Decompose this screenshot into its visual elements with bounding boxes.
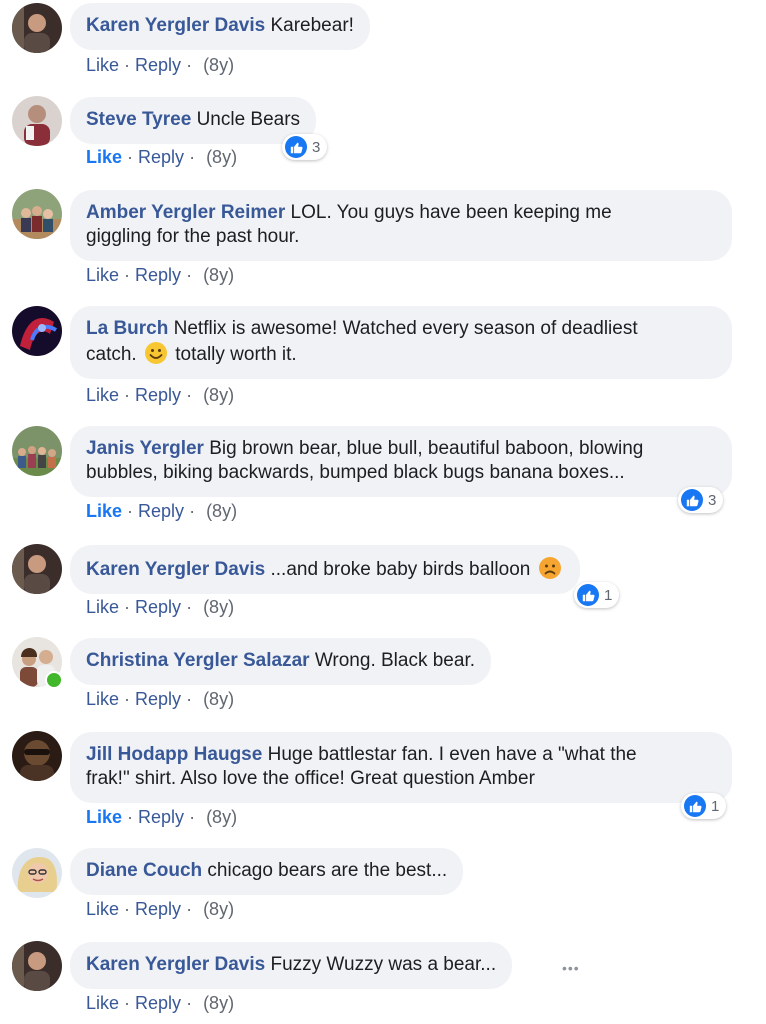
comment-bubble: Karen Yergler Davis Fuzzy Wuzzy was a be… bbox=[70, 942, 513, 989]
comment-text: catch. bbox=[86, 344, 137, 365]
reaction-count[interactable]: 3 bbox=[282, 134, 328, 160]
reply-link[interactable]: Reply bbox=[135, 55, 181, 75]
timestamp[interactable]: (8y) bbox=[203, 265, 234, 285]
comment-text: frak!" shirt. Also love the office! Grea… bbox=[86, 768, 535, 789]
comment-bubble: Janis Yergler Big brown bear, blue bull,… bbox=[70, 426, 732, 497]
reply-link[interactable]: Reply bbox=[138, 807, 184, 827]
online-status-indicator bbox=[45, 671, 63, 689]
comment-bubble: Karen Yergler Davis Karebear! bbox=[70, 3, 370, 50]
comment-text: totally worth it. bbox=[175, 344, 297, 365]
comment-text: giggling for the past hour. bbox=[86, 226, 300, 247]
avatar[interactable] bbox=[12, 306, 62, 356]
reply-link[interactable]: Reply bbox=[135, 689, 181, 709]
avatar[interactable] bbox=[12, 941, 62, 991]
timestamp[interactable]: (8y) bbox=[206, 807, 237, 827]
comment-actions: Like · Reply · (8y) bbox=[86, 993, 235, 1013]
comment-text: Uncle Bears bbox=[196, 109, 301, 130]
timestamp[interactable]: (8y) bbox=[203, 55, 234, 75]
sad-emoji-icon bbox=[538, 556, 562, 580]
author-name[interactable]: Diane Couch bbox=[86, 860, 202, 881]
reply-link[interactable]: Reply bbox=[135, 899, 181, 919]
comment-bubble: Christina Yergler Salazar Wrong. Black b… bbox=[70, 638, 492, 685]
author-name[interactable]: Karen Yergler Davis bbox=[86, 15, 265, 36]
comment-bubble: Jill Hodapp Haugse Huge battlestar fan. … bbox=[70, 732, 732, 803]
author-name[interactable]: Christina Yergler Salazar bbox=[86, 650, 310, 671]
author-name[interactable]: Karen Yergler Davis bbox=[86, 954, 265, 975]
comment-bubble: La Burch Netflix is awesome! Watched eve… bbox=[70, 306, 732, 379]
comment-text: ...and broke baby birds balloon bbox=[270, 559, 531, 580]
comment-text: Huge battlestar fan. I even have a "what… bbox=[267, 744, 637, 765]
like-link[interactable]: Like bbox=[86, 597, 119, 617]
thumbs-up-icon bbox=[681, 489, 703, 511]
comment-text: LOL. You guys have been keeping me bbox=[290, 202, 612, 223]
author-name[interactable]: Steve Tyree bbox=[86, 109, 191, 130]
comment-text: Netflix is awesome! Watched every season… bbox=[173, 318, 638, 339]
like-link[interactable]: Like bbox=[86, 501, 122, 521]
comment-text: Big brown bear, blue bull, beautiful bab… bbox=[209, 438, 644, 459]
like-link[interactable]: Like bbox=[86, 385, 119, 405]
like-link[interactable]: Like bbox=[86, 147, 122, 167]
comment-bubble: Steve Tyree Uncle Bears bbox=[70, 97, 317, 144]
author-name[interactable]: Amber Yergler Reimer bbox=[86, 202, 285, 223]
like-link[interactable]: Like bbox=[86, 265, 119, 285]
reply-link[interactable]: Reply bbox=[138, 147, 184, 167]
like-link[interactable]: Like bbox=[86, 899, 119, 919]
comment-actions: Like · Reply · (8y) bbox=[86, 597, 235, 617]
avatar[interactable] bbox=[12, 731, 62, 781]
timestamp[interactable]: (8y) bbox=[206, 147, 237, 167]
timestamp[interactable]: (8y) bbox=[203, 899, 234, 919]
comment-text: Wrong. Black bear. bbox=[314, 650, 476, 671]
avatar[interactable] bbox=[12, 848, 62, 898]
comment-actions: Like · Reply · (8y) bbox=[86, 807, 238, 827]
comment-bubble: Karen Yergler Davis ...and broke baby bi… bbox=[70, 545, 580, 594]
comment-actions: Like · Reply · (8y) bbox=[86, 385, 235, 405]
avatar[interactable] bbox=[12, 189, 62, 239]
reaction-count[interactable]: 1 bbox=[574, 582, 620, 608]
author-name[interactable]: Jill Hodapp Haugse bbox=[86, 744, 262, 765]
avatar[interactable] bbox=[12, 544, 62, 594]
thumbs-up-icon bbox=[684, 795, 706, 817]
reply-link[interactable]: Reply bbox=[135, 597, 181, 617]
thumbs-up-icon bbox=[577, 584, 599, 606]
reaction-count[interactable]: 3 bbox=[678, 487, 724, 513]
like-link[interactable]: Like bbox=[86, 807, 122, 827]
timestamp[interactable]: (8y) bbox=[203, 385, 234, 405]
comment-actions: Like · Reply · (8y) bbox=[86, 689, 235, 709]
comment-actions: Like · Reply · (8y) bbox=[86, 501, 238, 521]
comment-text: bubbles, biking backwards, bumped black … bbox=[86, 462, 625, 483]
like-link[interactable]: Like bbox=[86, 993, 119, 1013]
author-name[interactable]: Karen Yergler Davis bbox=[86, 559, 265, 580]
comment-bubble: Diane Couch chicago bears are the best..… bbox=[70, 848, 464, 895]
reply-link[interactable]: Reply bbox=[135, 385, 181, 405]
timestamp[interactable]: (8y) bbox=[206, 501, 237, 521]
author-name[interactable]: La Burch bbox=[86, 318, 168, 339]
more-options-icon[interactable]: ••• bbox=[562, 960, 580, 976]
comment-bubble: Amber Yergler Reimer LOL. You guys have … bbox=[70, 190, 732, 261]
comment-actions: Like · Reply · (8y) bbox=[86, 899, 235, 919]
thumbs-up-icon bbox=[285, 136, 307, 158]
comment-text: Fuzzy Wuzzy was a bear... bbox=[270, 954, 497, 975]
reply-link[interactable]: Reply bbox=[135, 993, 181, 1013]
reply-link[interactable]: Reply bbox=[135, 265, 181, 285]
avatar[interactable] bbox=[12, 426, 62, 476]
comment-actions: Like · Reply · (8y) bbox=[86, 147, 238, 167]
author-name[interactable]: Janis Yergler bbox=[86, 438, 204, 459]
like-link[interactable]: Like bbox=[86, 689, 119, 709]
reaction-count[interactable]: 1 bbox=[681, 793, 727, 819]
avatar[interactable] bbox=[12, 3, 62, 53]
comment-text: chicago bears are the best... bbox=[207, 860, 448, 881]
timestamp[interactable]: (8y) bbox=[203, 597, 234, 617]
like-link[interactable]: Like bbox=[86, 55, 119, 75]
comment-actions: Like · Reply · (8y) bbox=[86, 55, 235, 75]
timestamp[interactable]: (8y) bbox=[203, 689, 234, 709]
avatar[interactable] bbox=[12, 96, 62, 146]
timestamp[interactable]: (8y) bbox=[203, 993, 234, 1013]
smiley-emoji-icon bbox=[144, 341, 168, 365]
comment-text: Karebear! bbox=[270, 15, 354, 36]
comment-actions: Like · Reply · (8y) bbox=[86, 265, 235, 285]
reply-link[interactable]: Reply bbox=[138, 501, 184, 521]
